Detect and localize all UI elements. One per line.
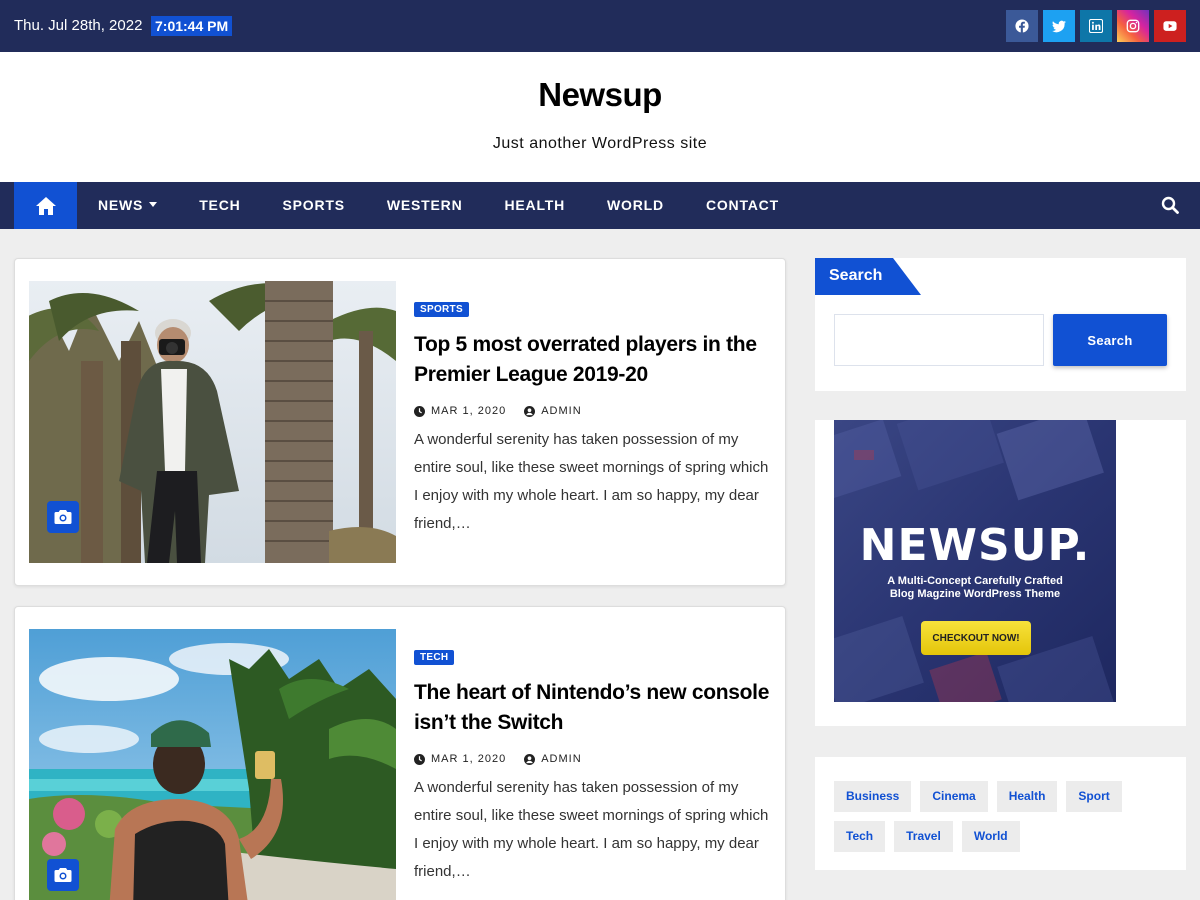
clock-icon <box>414 405 425 417</box>
post-image[interactable] <box>29 629 396 900</box>
facebook-link[interactable] <box>1006 10 1038 42</box>
site-title[interactable]: Newsup <box>0 76 1200 114</box>
camera-badge <box>47 501 79 533</box>
tag-world[interactable]: World <box>961 821 1020 852</box>
youtube-link[interactable] <box>1154 10 1186 42</box>
tag-cinema[interactable]: Cinema <box>920 781 988 812</box>
clock-icon <box>414 753 425 765</box>
post-date-text: MAR 1, 2020 <box>431 753 507 765</box>
post-excerpt: A wonderful serenity has taken possessio… <box>414 431 769 532</box>
post-image[interactable] <box>29 281 396 563</box>
facebook-icon <box>1015 19 1029 33</box>
top-bar: Thu. Jul 28th, 2022 7:01:44 PM <box>0 0 1200 52</box>
camera-badge <box>47 859 79 891</box>
post-content: SPORTS Top 5 most overrated players in t… <box>414 299 774 538</box>
nav-item-label: NEWS <box>98 197 144 213</box>
tag-travel[interactable]: Travel <box>894 821 953 852</box>
youtube-icon <box>1163 21 1177 31</box>
post-meta: MAR 1, 2020 ADMIN <box>414 753 774 765</box>
post-author-text: ADMIN <box>541 753 582 765</box>
twitter-icon <box>1052 20 1066 33</box>
linkedin-link[interactable] <box>1080 10 1112 42</box>
category-badge[interactable]: SPORTS <box>414 302 469 317</box>
post-excerpt: A wonderful serenity has taken possessio… <box>414 779 769 880</box>
home-icon <box>35 196 56 215</box>
camera-icon <box>54 868 72 882</box>
instagram-link[interactable] <box>1117 10 1149 42</box>
tags-widget: Business Cinema Health Sport Tech Travel… <box>815 757 1186 870</box>
user-icon <box>524 405 536 417</box>
ad-logo: NEWSUP. <box>859 520 1091 571</box>
nav-item-western[interactable]: WESTERN <box>366 182 484 229</box>
post-content: TECH The heart of Nintendo’s new console… <box>414 647 774 886</box>
site-header: Newsup Just another WordPress site <box>0 52 1200 182</box>
linkedin-icon <box>1089 19 1103 33</box>
site-description: Just another WordPress site <box>492 135 708 152</box>
post-date[interactable]: MAR 1, 2020 <box>414 753 506 765</box>
nav-item-sports[interactable]: SPORTS <box>262 182 366 229</box>
social-links <box>1006 10 1186 42</box>
tag-health[interactable]: Health <box>996 781 1058 812</box>
post-title[interactable]: The heart of Nintendo’s new console isn’… <box>414 678 774 738</box>
camera-icon <box>54 510 72 524</box>
post-date-text: MAR 1, 2020 <box>431 405 507 417</box>
tag-sport[interactable]: Sport <box>1066 781 1122 812</box>
nav-item-news[interactable]: NEWS <box>77 182 178 229</box>
current-time: 7:01:44 PM <box>151 16 233 36</box>
post-author[interactable]: ADMIN <box>524 405 581 417</box>
nav-item-health[interactable]: HEALTH <box>484 182 587 229</box>
search-button[interactable]: Search <box>1053 314 1167 366</box>
nav-item-contact[interactable]: CONTACT <box>685 182 800 229</box>
tag-business[interactable]: Business <box>834 781 912 812</box>
post-author[interactable]: ADMIN <box>524 753 581 765</box>
twitter-link[interactable] <box>1043 10 1075 42</box>
search-widget: Search Search <box>815 258 1186 391</box>
main-navigation: NEWS TECH SPORTS WESTERN HEALTH WORLD CO… <box>0 182 1200 229</box>
post-title[interactable]: Top 5 most overrated players in the Prem… <box>414 330 774 390</box>
nav-menu: NEWS TECH SPORTS WESTERN HEALTH WORLD CO… <box>77 182 800 229</box>
instagram-icon <box>1126 19 1140 33</box>
home-button[interactable] <box>14 182 77 229</box>
search-input[interactable] <box>834 314 1044 366</box>
beach-traveler-image <box>29 629 396 900</box>
caret-down-icon <box>149 201 158 207</box>
post-date[interactable]: MAR 1, 2020 <box>414 405 506 417</box>
post-meta: MAR 1, 2020 ADMIN <box>414 405 774 417</box>
tag-tech[interactable]: Tech <box>834 821 886 852</box>
search-icon[interactable] <box>1161 196 1179 214</box>
current-date: Thu. Jul 28th, 2022 <box>14 17 143 34</box>
ad-tagline-line2: Blog Magzine WordPress Theme <box>889 588 1061 600</box>
checkout-button[interactable]: CHECKOUT NOW! <box>921 621 1031 655</box>
tag-cloud: Business Cinema Health Sport Tech Travel… <box>834 781 1164 852</box>
widget-title: Search <box>815 258 921 295</box>
nav-item-tech[interactable]: TECH <box>178 182 261 229</box>
post-card: TECH The heart of Nintendo’s new console… <box>14 606 786 900</box>
ad-widget: NEWSUP. A Multi-Concept Carefully Crafte… <box>815 420 1186 726</box>
category-badge[interactable]: TECH <box>414 650 455 665</box>
ad-tagline: A Multi-Concept Carefully Crafted Blog M… <box>834 575 1116 601</box>
user-icon <box>524 753 536 765</box>
post-card: SPORTS Top 5 most overrated players in t… <box>14 258 786 586</box>
ad-tagline-line1: A Multi-Concept Carefully Crafted <box>887 575 1063 587</box>
nav-item-world[interactable]: WORLD <box>586 182 685 229</box>
photographer-palm-trees-image <box>29 281 396 563</box>
post-author-text: ADMIN <box>541 405 582 417</box>
ad-banner[interactable]: NEWSUP. A Multi-Concept Carefully Crafte… <box>834 420 1116 702</box>
